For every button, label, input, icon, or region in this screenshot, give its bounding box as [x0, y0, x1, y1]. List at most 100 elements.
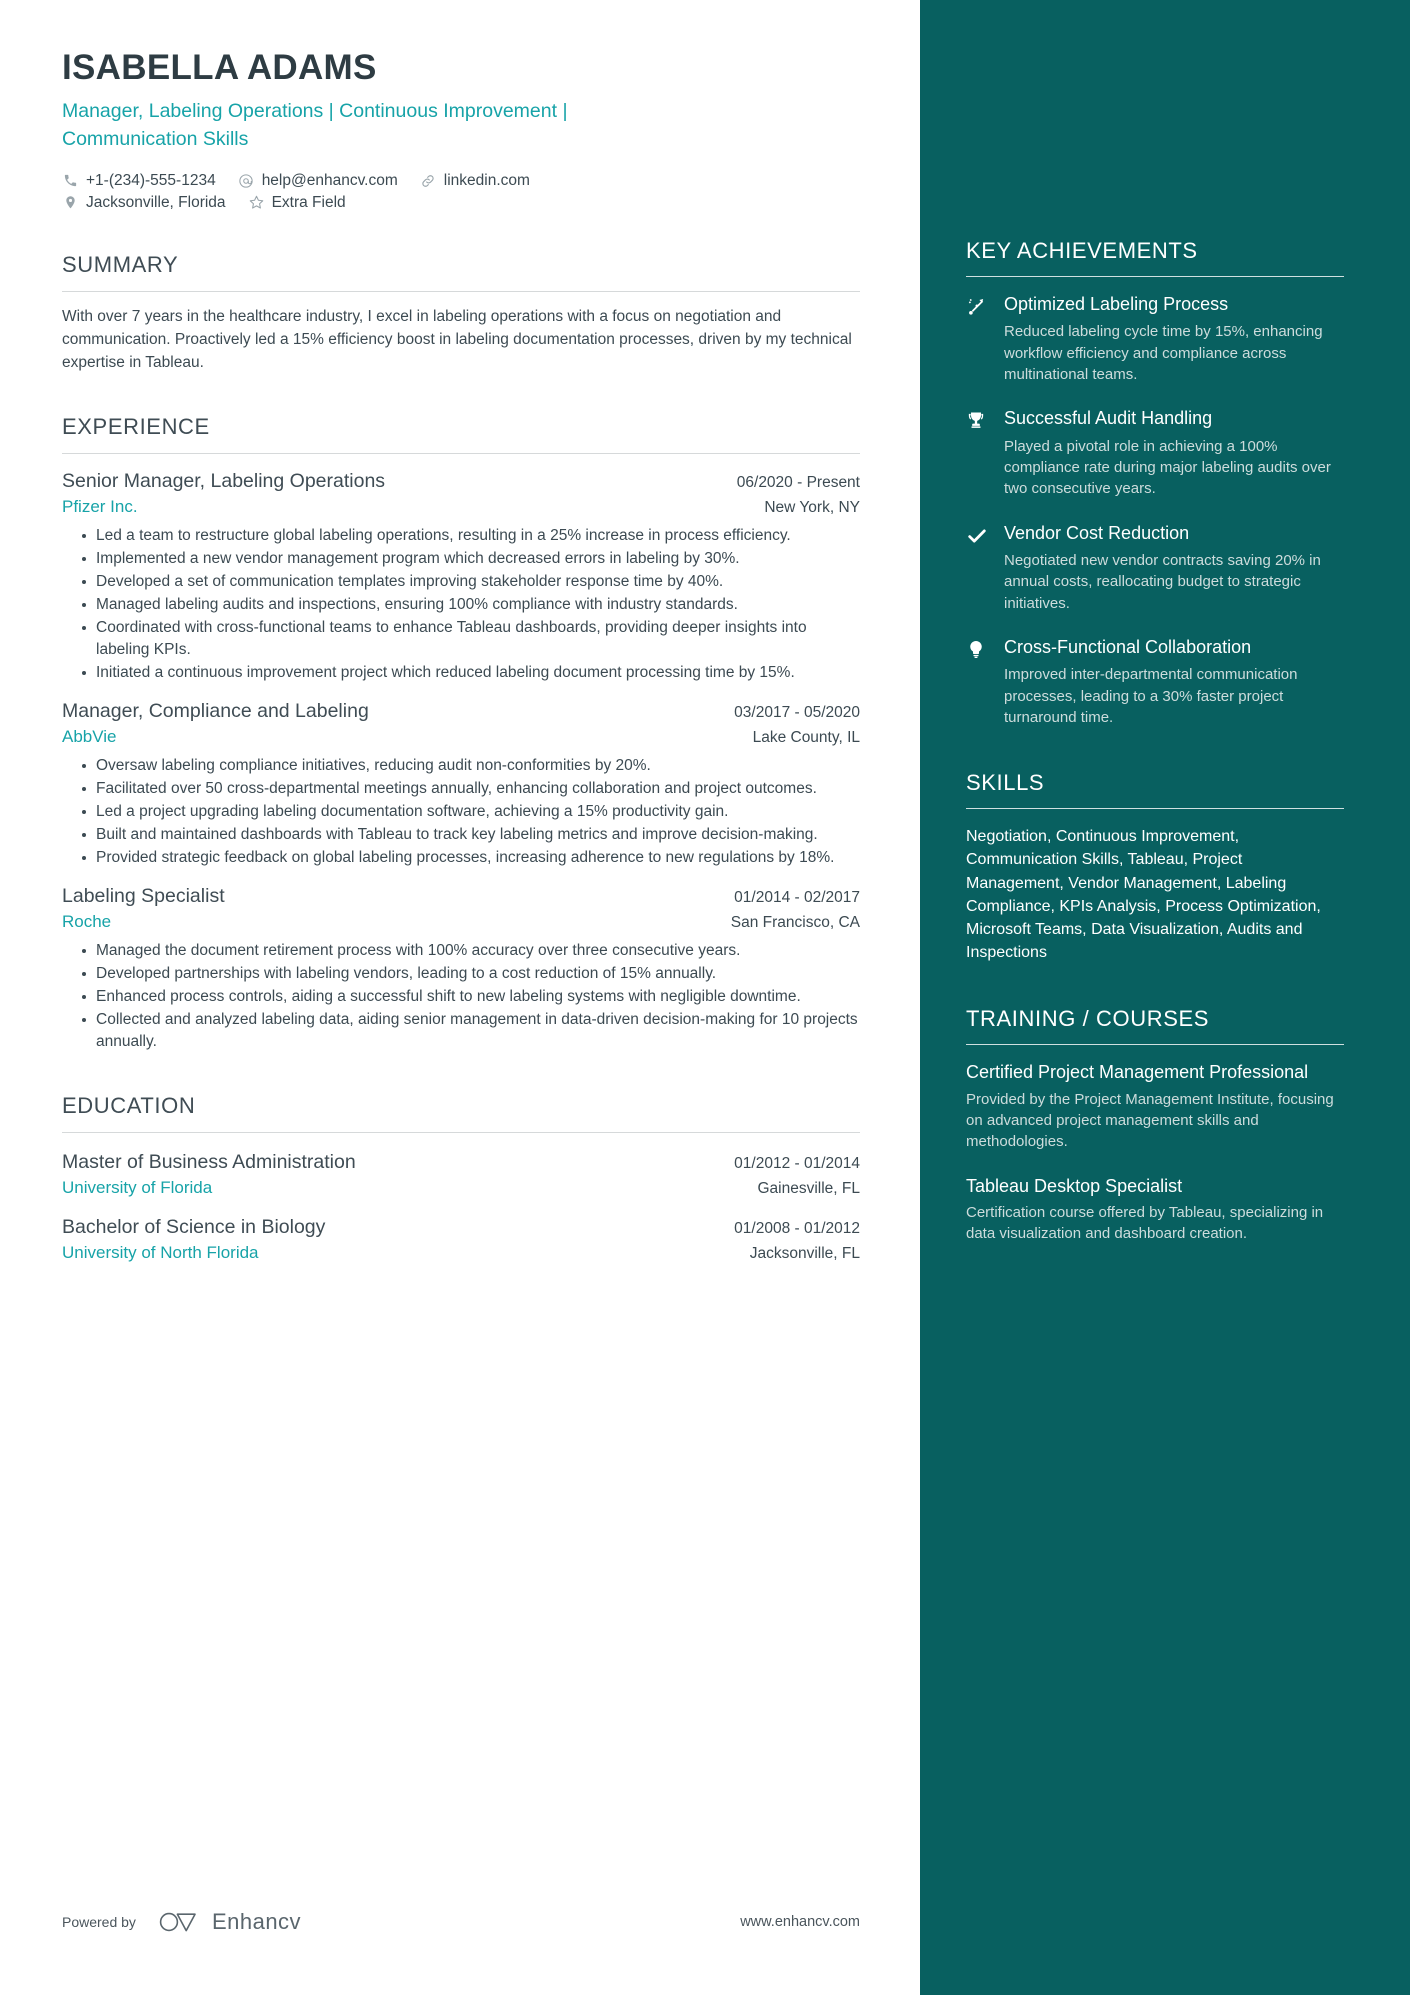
contact-row-2: Jacksonville, Florida Extra Field	[62, 194, 860, 212]
powered-by-block: Powered by Enhancv	[62, 1909, 301, 1935]
contact-info: +1-(234)-555-1234 help@enhancv.com linke…	[62, 172, 860, 212]
contact-extra-field-text: Extra Field	[271, 193, 346, 211]
contact-email-text: help@enhancv.com	[261, 171, 398, 189]
phone-icon	[62, 172, 79, 189]
job-bullet: Coordinated with cross-functional teams …	[82, 617, 860, 661]
course-title: Tableau Desktop Specialist	[966, 1175, 1183, 1196]
key-achievements-title: KEY ACHIEVEMENTS	[966, 238, 1344, 277]
job-bullet: Implemented a new vendor management prog…	[82, 548, 860, 570]
job-date: 01/2014 - 02/2017	[734, 889, 860, 907]
achievement-item: Optimized Labeling Process Reduced label…	[966, 293, 1344, 385]
course-item: Tableau Desktop Specialist Certification…	[966, 1175, 1344, 1245]
page-footer: Powered by Enhancv www.enhancv.com	[62, 1909, 860, 1935]
training-section: TRAINING / COURSES Certified Project Man…	[966, 1006, 1344, 1244]
job-location: Lake County, IL	[752, 729, 860, 747]
achievement-description: Reduced labeling cycle time by 15%, enha…	[1004, 323, 1323, 383]
job-bullet: Developed a set of communication templat…	[82, 571, 860, 593]
achievement-description: Played a pivotal role in achieving a 100…	[1004, 437, 1331, 498]
lightbulb-icon	[966, 636, 992, 728]
job-bullet: Collected and analyzed labeling data, ai…	[82, 1009, 860, 1053]
experience-entry-head: Labeling Specialist 01/2014 - 02/2017	[62, 885, 860, 908]
job-bullet: Managed labeling audits and inspections,…	[82, 594, 860, 616]
experience-entry-head: Senior Manager, Labeling Operations 06/2…	[62, 470, 860, 493]
education-section: EDUCATION Master of Business Administrat…	[62, 1093, 860, 1263]
achievement-title: Cross-Functional Collaboration	[1004, 636, 1252, 657]
achievement-body: Successful Audit Handling Played a pivot…	[1004, 407, 1344, 499]
education-entry: Master of Business Administration 01/201…	[62, 1151, 860, 1198]
job-bullet: Built and maintained dashboards with Tab…	[82, 824, 860, 846]
degree-date: 01/2008 - 01/2012	[734, 1220, 860, 1238]
job-bullets: Oversaw labeling compliance initiatives,…	[62, 755, 860, 869]
powered-by-label: Powered by	[62, 1914, 136, 1930]
job-location: New York, NY	[764, 499, 860, 517]
star-icon	[248, 194, 265, 211]
summary-section: SUMMARY With over 7 years in the healthc…	[62, 252, 860, 375]
job-bullet: Led a project upgrading labeling documen…	[82, 801, 860, 823]
achievement-item: Cross-Functional Collaboration Improved …	[966, 636, 1344, 728]
contact-phone[interactable]: +1-(234)-555-1234	[62, 172, 216, 190]
job-title: Labeling Specialist	[62, 885, 225, 908]
experience-entry: Manager, Compliance and Labeling 03/2017…	[62, 700, 860, 869]
summary-title: SUMMARY	[62, 252, 860, 292]
school-location: Gainesville, FL	[757, 1180, 860, 1198]
achievement-body: Cross-Functional Collaboration Improved …	[1004, 636, 1344, 728]
contact-linkedin-text: linkedin.com	[443, 171, 530, 189]
school-name: University of North Florida	[62, 1243, 259, 1263]
job-bullet: Initiated a continuous improvement proje…	[82, 662, 860, 684]
achievement-item: Successful Audit Handling Played a pivot…	[966, 407, 1344, 499]
contact-location[interactable]: Jacksonville, Florida	[62, 194, 226, 212]
contact-linkedin[interactable]: linkedin.com	[420, 172, 530, 190]
company-name: Roche	[62, 912, 112, 932]
education-entry-head: Master of Business Administration 01/201…	[62, 1151, 860, 1174]
skills-title: SKILLS	[966, 770, 1344, 810]
achievement-description: Negotiated new vendor contracts saving 2…	[1004, 551, 1321, 612]
degree-title: Master of Business Administration	[62, 1151, 356, 1174]
job-bullets: Managed the document retirement process …	[62, 940, 860, 1053]
school-name: University of Florida	[62, 1178, 213, 1198]
contact-location-text: Jacksonville, Florida	[86, 193, 226, 211]
job-title: Senior Manager, Labeling Operations	[62, 470, 386, 493]
school-location: Jacksonville, FL	[749, 1245, 860, 1263]
education-entry-sub: University of Florida Gainesville, FL	[62, 1178, 860, 1198]
job-bullet: Provided strategic feedback on global la…	[82, 847, 860, 869]
contact-email[interactable]: help@enhancv.com	[238, 172, 398, 190]
achievement-body: Vendor Cost Reduction Negotiated new ven…	[1004, 522, 1344, 614]
job-location: San Francisco, CA	[730, 914, 860, 932]
experience-entry-sub: Roche San Francisco, CA	[62, 912, 860, 932]
trophy-icon	[966, 407, 992, 499]
footer-url[interactable]: www.enhancv.com	[740, 1914, 860, 1930]
contact-row-1: +1-(234)-555-1234 help@enhancv.com linke…	[62, 172, 860, 190]
skills-section: SKILLS Negotiation, Continuous Improveme…	[966, 770, 1344, 964]
email-icon	[238, 172, 255, 189]
achievement-title: Vendor Cost Reduction	[1004, 522, 1190, 543]
contact-extra-field[interactable]: Extra Field	[248, 194, 346, 212]
sidebar: KEY ACHIEVEMENTS Optimized Labeling Proc…	[920, 0, 1410, 1995]
job-bullet: Developed partnerships with labeling ven…	[82, 963, 860, 985]
experience-entry-head: Manager, Compliance and Labeling 03/2017…	[62, 700, 860, 723]
achievement-title: Successful Audit Handling	[1004, 408, 1213, 429]
link-icon	[420, 172, 437, 189]
company-name: AbbVie	[62, 727, 117, 747]
training-title: TRAINING / COURSES	[966, 1006, 1344, 1046]
check-icon	[966, 522, 992, 614]
job-bullet: Led a team to restructure global labelin…	[82, 525, 860, 547]
job-bullets: Led a team to restructure global labelin…	[62, 525, 860, 684]
job-title: Manager, Compliance and Labeling	[62, 700, 369, 723]
achievement-description: Improved inter-departmental communicatio…	[1004, 666, 1298, 726]
course-item: Certified Project Management Professiona…	[966, 1061, 1344, 1152]
course-title: Certified Project Management Professiona…	[966, 1062, 1309, 1083]
achievement-title: Optimized Labeling Process	[1004, 294, 1229, 314]
achievement-item: Vendor Cost Reduction Negotiated new ven…	[966, 522, 1344, 614]
degree-title: Bachelor of Science in Biology	[62, 1216, 326, 1239]
resume-page: ISABELLA ADAMS Manager, Labeling Operati…	[0, 0, 1410, 1995]
education-entry: Bachelor of Science in Biology 01/2008 -…	[62, 1216, 860, 1263]
job-bullet: Enhanced process controls, aiding a succ…	[82, 986, 860, 1008]
experience-title: EXPERIENCE	[62, 414, 860, 455]
education-title: EDUCATION	[62, 1093, 860, 1134]
key-achievements-section: KEY ACHIEVEMENTS Optimized Labeling Proc…	[966, 238, 1344, 728]
job-bullet: Oversaw labeling compliance initiatives,…	[82, 755, 860, 777]
education-entry-sub: University of North Florida Jacksonville…	[62, 1243, 860, 1263]
candidate-headline: Manager, Labeling Operations | Continuou…	[62, 100, 568, 150]
contact-phone-text: +1-(234)-555-1234	[86, 171, 216, 189]
main-column: ISABELLA ADAMS Manager, Labeling Operati…	[0, 0, 920, 1995]
